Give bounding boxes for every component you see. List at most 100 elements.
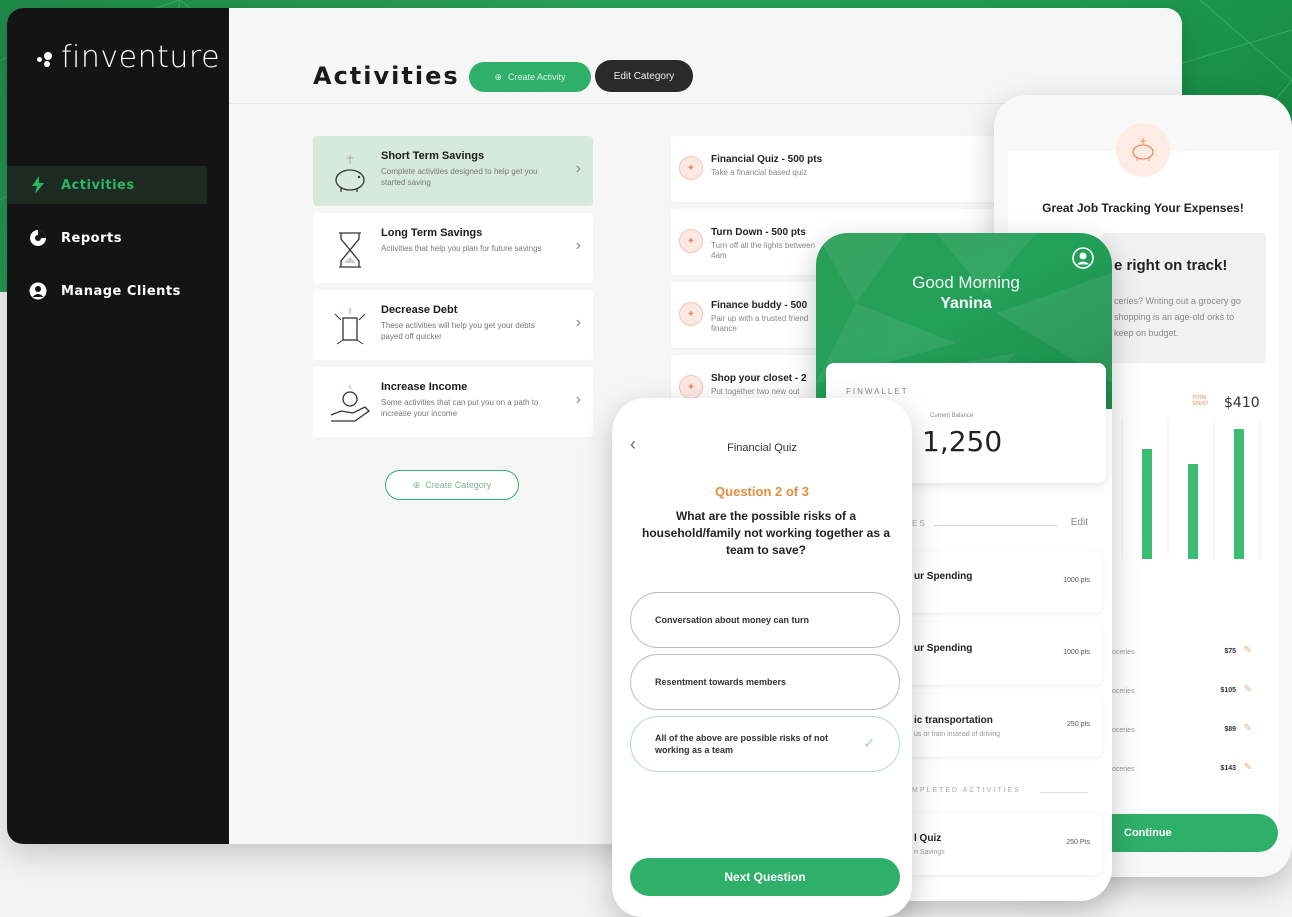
- chevron-right-icon: ›: [575, 314, 581, 331]
- category-desc: Complete activities designed to help get…: [381, 167, 538, 187]
- activities-section-header: ES Edit: [912, 515, 1102, 535]
- wallet-label: FINWALLET: [846, 387, 909, 396]
- pencil-icon[interactable]: ✎: [1244, 723, 1252, 734]
- plus-icon: ⊕: [412, 479, 421, 490]
- category-item-increase-income[interactable]: Increase Income Some activities that can…: [313, 367, 593, 437]
- edit-category-button[interactable]: Edit Category: [595, 60, 693, 92]
- activity-points: 250 Pts: [1066, 839, 1090, 846]
- sidebar: finventure Activities Reports Manage Cli…: [7, 8, 229, 844]
- activity-points: 250 pts: [1067, 721, 1090, 728]
- chart-bar: [1142, 449, 1152, 559]
- question-text: What are the possible risks of a househo…: [641, 509, 891, 557]
- activity-points: 1000 pts: [1063, 649, 1090, 656]
- expenses-bar-chart: [1121, 419, 1261, 559]
- option-label: Resentment towards members: [655, 677, 787, 687]
- category-item-decrease-debt[interactable]: Decrease Debt These activities will help…: [313, 290, 593, 360]
- expense-row[interactable]: oceries $143 ✎: [1104, 762, 1254, 780]
- activity-desc: Take a financial based quiz: [711, 168, 808, 177]
- piggy-bank-icon: [327, 150, 373, 196]
- answer-option[interactable]: Resentment towards members: [630, 654, 900, 710]
- total-label: TOTAL SPENT: [1192, 395, 1209, 407]
- quiz-phone: ‹ Financial Quiz Question 2 of 3 What ar…: [612, 398, 912, 917]
- total-value: $410: [1224, 395, 1260, 411]
- create-category-button[interactable]: ⊕ Create Category: [385, 470, 519, 500]
- activity-desc: us or train instead of driving: [914, 731, 1000, 738]
- activity-title: Turn Down - 500 pts: [711, 227, 806, 238]
- create-activity-button[interactable]: ⊕ Create Activity: [469, 62, 591, 92]
- activity-item[interactable]: ✦ Financial Quiz - 500 pts Take a financ…: [671, 136, 1011, 202]
- page-title: Activities: [313, 62, 460, 90]
- check-icon: ✓: [863, 735, 875, 751]
- home-activity-item[interactable]: ic transportation us or train instead of…: [906, 695, 1102, 757]
- category-title: Short Term Savings: [381, 150, 485, 162]
- activity-title: Finance buddy - 500: [711, 300, 808, 311]
- expense-row[interactable]: oceries $89 ✎: [1104, 723, 1254, 741]
- expense-row[interactable]: oceries $105 ✎: [1104, 684, 1254, 702]
- sidebar-item-manage-clients[interactable]: Manage Clients: [7, 272, 229, 310]
- activity-desc: Put together two new out: [711, 387, 800, 396]
- activity-title: l Quiz: [914, 833, 942, 844]
- create-category-label: Create Category: [425, 480, 492, 490]
- sidebar-item-label: Reports: [61, 230, 122, 246]
- category-title: Decrease Debt: [381, 304, 458, 316]
- question-number: Question 2 of 3: [715, 484, 809, 499]
- logo-icon: [37, 49, 55, 67]
- tip-body: ceries? Writing out a grocery go shoppin…: [1114, 296, 1241, 338]
- edit-link[interactable]: Edit: [1071, 517, 1088, 528]
- activity-icon: ✦: [679, 229, 703, 253]
- hourglass-icon: [327, 227, 373, 273]
- activity-icon: ✦: [679, 302, 703, 326]
- expense-amount: $143: [1220, 765, 1236, 772]
- category-desc: Activities that help you plan for future…: [381, 244, 542, 253]
- activity-desc: Turn off all the lights between 4am: [711, 241, 816, 260]
- option-label: All of the above are possible risks of n…: [655, 733, 829, 755]
- pie-chart-icon: [29, 229, 47, 247]
- expense-amount: $75: [1224, 648, 1236, 655]
- category-title: Long Term Savings: [381, 227, 483, 239]
- expense-row[interactable]: oceries $75 ✎: [1104, 645, 1254, 663]
- category-title: Increase Income: [381, 381, 468, 393]
- sidebar-item-reports[interactable]: Reports: [7, 219, 229, 257]
- greeting: Good Morning: [912, 273, 1020, 292]
- activity-points: 1000 pts: [1063, 577, 1090, 584]
- activity-title: ic transportation: [914, 715, 993, 726]
- expense-name: oceries: [1112, 649, 1135, 656]
- create-activity-label: Create Activity: [508, 72, 566, 82]
- pencil-icon[interactable]: ✎: [1244, 762, 1252, 773]
- piggy-bank-icon: [1116, 123, 1170, 177]
- user-icon: [29, 282, 47, 300]
- expense-name: oceries: [1112, 766, 1135, 773]
- sidebar-nav: Activities Reports Manage Clients: [7, 166, 229, 325]
- completed-activity-item[interactable]: l Quiz n Savings 250 Pts: [906, 813, 1102, 875]
- category-item-long-term-savings[interactable]: Long Term Savings Activities that help y…: [313, 213, 593, 283]
- plus-icon: ⊕: [494, 71, 502, 82]
- home-activity-item[interactable]: ur Spending 1000 pts: [906, 623, 1102, 685]
- category-list: Short Term Savings Complete activities d…: [313, 136, 593, 444]
- chart-bar: [1234, 429, 1244, 559]
- category-item-short-term-savings[interactable]: Short Term Savings Complete activities d…: [313, 136, 593, 206]
- activity-title: Shop your closet - 2: [711, 373, 807, 384]
- chevron-right-icon: ›: [575, 237, 581, 254]
- answer-option-selected[interactable]: All of the above are possible risks of n…: [630, 716, 900, 772]
- continue-button[interactable]: Continue: [1108, 814, 1278, 852]
- brand-name: finventure: [61, 40, 221, 75]
- chart-bar: [1188, 464, 1198, 559]
- completed-section-header: MPLETED ACTIVITIES: [912, 785, 1102, 801]
- page-header: Activities ⊕ Create Activity Edit Catego…: [229, 8, 1182, 104]
- sidebar-item-label: Manage Clients: [61, 283, 181, 299]
- home-activity-item[interactable]: ur Spending 1000 pts: [906, 551, 1102, 613]
- section-label: ES: [912, 519, 927, 528]
- activity-title: ur Spending: [914, 643, 973, 654]
- answer-option[interactable]: Conversation about money can turn: [630, 592, 900, 648]
- pencil-icon[interactable]: ✎: [1244, 684, 1252, 695]
- money-hand-icon: [327, 381, 373, 427]
- activity-icon: ✦: [679, 375, 703, 399]
- next-question-button[interactable]: Next Question: [630, 858, 900, 896]
- pencil-icon[interactable]: ✎: [1244, 645, 1252, 656]
- profile-icon[interactable]: [1072, 247, 1094, 269]
- user-name: Yanina: [940, 295, 992, 312]
- logo: finventure: [37, 40, 220, 75]
- sidebar-item-activities[interactable]: Activities: [7, 166, 207, 204]
- divider: [1040, 792, 1088, 793]
- activity-icon: ✦: [679, 156, 703, 180]
